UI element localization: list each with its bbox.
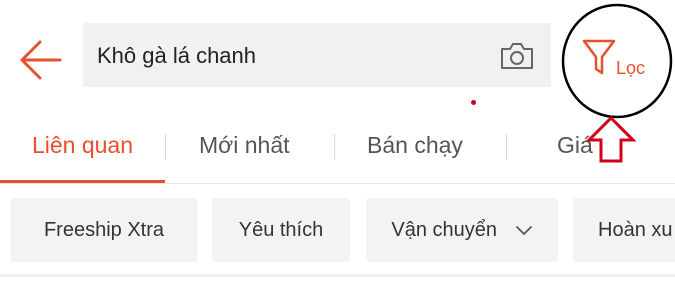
filter-chips: Freeship Xtra Yêu thích Vận chuyển Hoàn … xyxy=(0,198,675,262)
chip-label: Hoàn xu xyxy=(598,219,673,241)
chevron-down-icon xyxy=(515,225,532,235)
tab-label: Mới nhất xyxy=(199,132,290,158)
tab-label: Bán chạy xyxy=(367,132,463,158)
funnel-icon xyxy=(582,39,616,75)
camera-icon xyxy=(501,43,533,69)
filter-button[interactable]: Lọc xyxy=(570,30,670,110)
filter-label: Lọc xyxy=(616,58,646,78)
tab-ban-chay[interactable]: Bán chạy xyxy=(367,112,463,184)
divider-line xyxy=(0,274,675,277)
tab-label: Giá xyxy=(557,132,593,158)
chip-label: Vận chuyển xyxy=(391,219,498,241)
tab-moi-nhat[interactable]: Mới nhất xyxy=(199,112,290,184)
tab-divider xyxy=(506,134,507,160)
chip-yeu-thich[interactable]: Yêu thích xyxy=(212,198,350,262)
back-button[interactable] xyxy=(18,38,62,82)
tab-gia[interactable]: Giá xyxy=(557,112,593,184)
sort-tabs: Liên quan Mới nhất Bán chạy Giá xyxy=(0,112,675,184)
chip-label: Freeship Xtra xyxy=(43,219,165,241)
tab-divider xyxy=(165,134,166,160)
chip-freeship-xtra[interactable]: Freeship Xtra xyxy=(11,198,197,262)
active-tab-indicator xyxy=(0,180,165,183)
tab-lien-quan[interactable]: Liên quan xyxy=(0,112,165,184)
tab-label: Liên quan xyxy=(31,132,134,158)
tab-divider xyxy=(334,134,335,160)
camera-search-button[interactable] xyxy=(499,41,535,71)
arrow-left-icon xyxy=(20,40,62,80)
red-dot-marker xyxy=(471,100,476,105)
chip-label: Yêu thích xyxy=(238,219,324,241)
search-input[interactable]: Khô gà lá chanh xyxy=(83,23,551,87)
chip-van-chuyen[interactable]: Vận chuyển xyxy=(366,198,558,262)
chip-hoan-xu[interactable]: Hoàn xu xyxy=(573,198,675,262)
search-query: Khô gà lá chanh xyxy=(97,43,257,68)
